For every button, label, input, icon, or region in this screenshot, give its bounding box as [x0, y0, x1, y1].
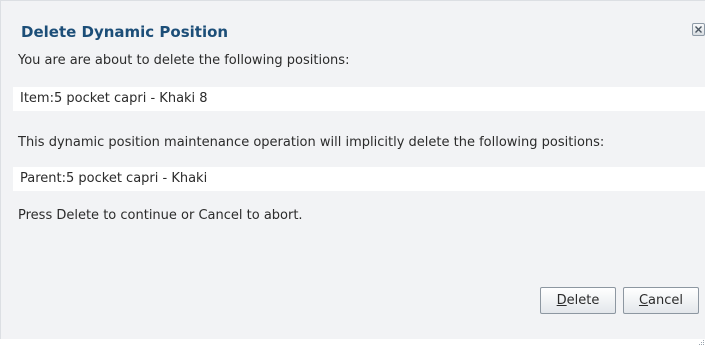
- resize-grip-icon[interactable]: [697, 331, 705, 345]
- cancel-button[interactable]: Cancel: [623, 287, 699, 314]
- implicit-delete-message: This dynamic position maintenance operat…: [18, 135, 605, 150]
- parent-position-value: Parent:5 pocket capri - Khaki: [20, 171, 208, 186]
- item-position-box: Item:5 pocket capri - Khaki 8: [13, 87, 706, 111]
- instruction-message: Press Delete to continue or Cancel to ab…: [18, 208, 303, 223]
- close-x-icon: [693, 24, 704, 35]
- item-position-value: Item:5 pocket capri - Khaki 8: [20, 91, 208, 106]
- cancel-mnemonic: C: [638, 293, 649, 308]
- delete-button[interactable]: Delete: [540, 287, 616, 314]
- delete-label-rest: elete: [566, 293, 600, 308]
- dialog-title: Delete Dynamic Position: [21, 23, 229, 41]
- delete-dynamic-position-dialog: Delete Dynamic Position You are are abou…: [0, 0, 706, 345]
- intro-message: You are are about to delete the followin…: [18, 53, 350, 68]
- delete-mnemonic: D: [556, 293, 567, 308]
- parent-position-box: Parent:5 pocket capri - Khaki: [13, 167, 706, 191]
- close-button[interactable]: [692, 23, 705, 36]
- cancel-label-rest: ancel: [648, 293, 684, 308]
